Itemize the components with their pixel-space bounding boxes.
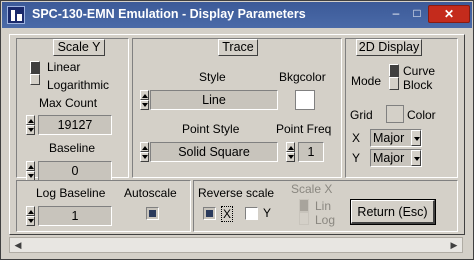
reverse-x-checkbox[interactable] <box>203 207 216 220</box>
scale-y-title: Scale Y <box>53 39 105 56</box>
spin-down-icon[interactable] <box>286 152 295 162</box>
grid-color-label: Color <box>407 108 436 122</box>
point-freq-field[interactable]: 1 <box>298 142 324 162</box>
point-freq-label: Point Freq <box>276 122 332 136</box>
spin-down-icon[interactable] <box>140 100 149 110</box>
scale-x-toggle[interactable] <box>299 199 309 225</box>
mode-label: Mode <box>351 74 382 88</box>
baseline-spinner[interactable] <box>26 161 35 181</box>
linear-label: Linear <box>47 60 81 74</box>
style-spinner[interactable] <box>140 90 149 110</box>
maximize-button[interactable]: □ <box>407 5 427 23</box>
spin-up-icon[interactable] <box>286 142 295 152</box>
mode-toggle[interactable] <box>389 64 399 90</box>
grid-y-select[interactable]: Major <box>370 149 422 167</box>
display-2d-title: 2D Display <box>356 39 422 56</box>
return-button[interactable]: Return (Esc) <box>350 199 436 225</box>
log-baseline-field[interactable]: 1 <box>38 206 112 226</box>
title-bar[interactable]: SPC-130-EMN Emulation - Display Paramete… <box>2 2 472 28</box>
bkgcolor-label: Bkgcolor <box>279 70 326 84</box>
reverse-y-checkbox[interactable] <box>245 207 258 220</box>
spin-down-icon[interactable] <box>26 125 35 135</box>
point-freq-spinner[interactable] <box>286 142 295 162</box>
horizontal-scrollbar[interactable]: ◀ ▶ <box>9 237 463 253</box>
close-button[interactable]: ✕ <box>428 5 470 23</box>
spin-up-icon[interactable] <box>26 115 35 125</box>
max-count-spinner[interactable] <box>26 115 35 135</box>
reverse-x-label: X <box>221 206 234 222</box>
max-count-label: Max Count <box>39 96 98 110</box>
block-label: Block <box>403 78 433 92</box>
baseline-label: Baseline <box>49 141 96 155</box>
trace-title: Trace <box>218 39 258 56</box>
spin-down-icon[interactable] <box>26 216 35 226</box>
chevron-down-icon[interactable] <box>411 130 421 146</box>
app-icon <box>7 6 25 24</box>
log-baseline-label: Log Baseline <box>36 186 106 200</box>
grid-color-swatch[interactable] <box>386 105 404 123</box>
logarithmic-label: Logarithmic <box>47 78 110 92</box>
grid-x-value: Major <box>373 131 405 145</box>
spin-up-icon[interactable] <box>140 90 149 100</box>
scale-x-title: Scale X <box>291 182 333 196</box>
point-style-label: Point Style <box>182 122 240 136</box>
scale-x-lin-label: Lin <box>315 199 332 213</box>
grid-y-value: Major <box>373 151 405 165</box>
max-count-field[interactable]: 19127 <box>38 115 112 135</box>
reverse-y-label: Y <box>263 206 272 220</box>
scroll-left-icon[interactable]: ◀ <box>10 238 26 252</box>
point-style-field[interactable]: Solid Square <box>150 142 278 162</box>
spin-up-icon[interactable] <box>26 206 35 216</box>
scale-x-log-label: Log <box>315 213 336 227</box>
scroll-right-icon[interactable]: ▶ <box>446 238 462 252</box>
scale-y-linlog-toggle[interactable] <box>30 61 40 85</box>
autoscale-checkbox[interactable] <box>146 207 159 220</box>
log-baseline-spinner[interactable] <box>26 206 35 226</box>
bkgcolor-swatch[interactable] <box>295 90 315 110</box>
minimize-button[interactable]: – <box>386 5 406 23</box>
style-field[interactable]: Line <box>150 90 278 110</box>
point-style-spinner[interactable] <box>140 142 149 162</box>
chevron-down-icon[interactable] <box>411 150 421 166</box>
baseline-field[interactable]: 0 <box>38 161 112 181</box>
spin-up-icon[interactable] <box>140 142 149 152</box>
display-parameters-window: SPC-130-EMN Emulation - Display Paramete… <box>0 0 474 260</box>
grid-y-label: Y <box>352 151 361 165</box>
spin-up-icon[interactable] <box>26 161 35 171</box>
grid-x-label: X <box>352 131 361 145</box>
reverse-scale-label: Reverse scale <box>198 186 275 200</box>
grid-label: Grid <box>350 108 373 122</box>
spin-down-icon[interactable] <box>140 152 149 162</box>
window-title: SPC-130-EMN Emulation - Display Paramete… <box>32 7 306 21</box>
curve-label: Curve <box>403 64 436 78</box>
style-label: Style <box>199 70 226 84</box>
grid-x-select[interactable]: Major <box>370 129 422 147</box>
autoscale-label: Autoscale <box>124 186 177 200</box>
